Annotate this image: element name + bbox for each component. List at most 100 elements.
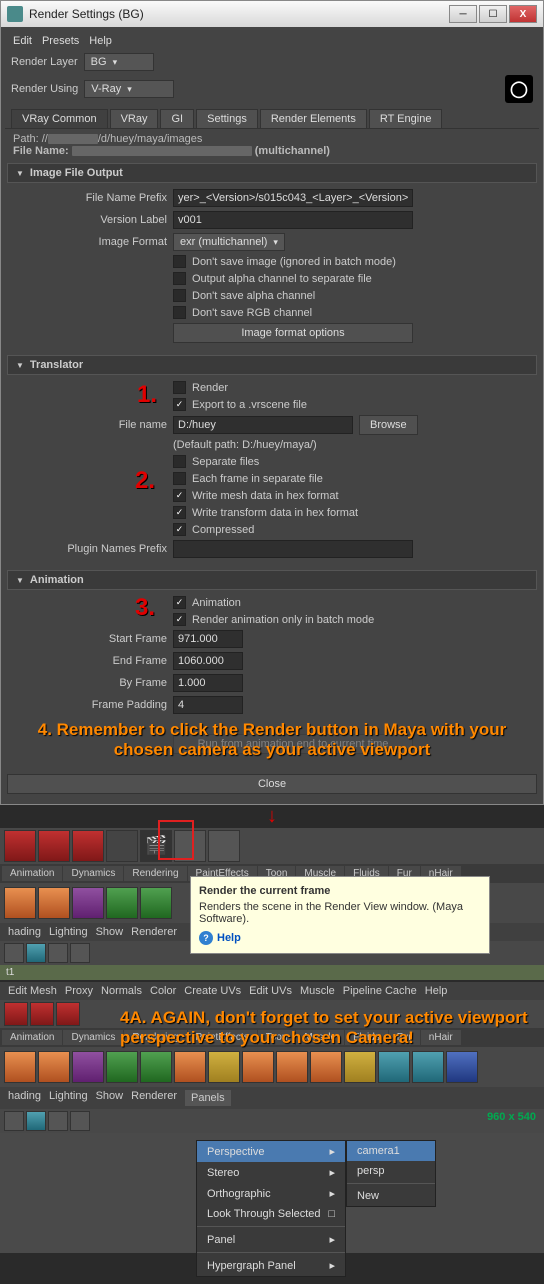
close-window-button[interactable]: X <box>509 5 537 23</box>
vp-icon[interactable] <box>48 1111 68 1131</box>
section-image-output[interactable]: Image File Output <box>7 163 537 183</box>
vp-icon[interactable] <box>48 943 68 963</box>
menu-presets[interactable]: Presets <box>42 35 79 47</box>
chk-alpha-sep[interactable] <box>173 272 186 285</box>
shelf-icon[interactable] <box>310 1051 342 1083</box>
tab-render-elements[interactable]: Render Elements <box>260 109 367 128</box>
shelf-icon[interactable] <box>378 1051 410 1083</box>
tab-rt-engine[interactable]: RT Engine <box>369 109 443 128</box>
vp-icon[interactable] <box>70 943 90 963</box>
tab-vray[interactable]: VRay <box>110 109 159 128</box>
panel-lighting[interactable]: Lighting <box>49 926 88 938</box>
frame-padding-input[interactable] <box>173 696 243 714</box>
panel-shading[interactable]: hading <box>8 1090 41 1106</box>
shelf-icon[interactable] <box>276 1051 308 1083</box>
chk-render[interactable] <box>173 381 186 394</box>
plugin-prefix-input[interactable] <box>173 540 413 558</box>
chk-no-rgb[interactable] <box>173 306 186 319</box>
shelf-icon[interactable] <box>72 1051 104 1083</box>
chk-separate-files[interactable] <box>173 455 186 468</box>
menu-muscle[interactable]: Muscle <box>300 985 335 997</box>
shelf-icon[interactable] <box>446 1051 478 1083</box>
chk-compressed[interactable] <box>173 523 186 536</box>
vp-icon[interactable] <box>26 943 46 963</box>
shelf-icon[interactable] <box>344 1051 376 1083</box>
magnet-icon[interactable] <box>56 1002 80 1026</box>
browse-button[interactable]: Browse <box>359 415 418 435</box>
version-input[interactable] <box>173 211 413 229</box>
menu-stereo[interactable]: Stereo▸ <box>197 1162 345 1183</box>
magnet-icon-3[interactable] <box>72 830 104 862</box>
shelf-tab-dynamics[interactable]: Dynamics <box>63 866 123 881</box>
end-frame-input[interactable] <box>173 652 243 670</box>
menu-perspective[interactable]: Perspective▸ <box>197 1141 345 1162</box>
menu-orthographic[interactable]: Orthographic▸ <box>197 1183 345 1204</box>
menu-panel[interactable]: Panel▸ <box>197 1229 345 1250</box>
menu-edit[interactable]: Edit <box>13 35 32 47</box>
prefix-input[interactable] <box>173 189 413 207</box>
panel-lighting[interactable]: Lighting <box>49 1090 88 1106</box>
render-layer-select[interactable]: BG <box>84 53 154 71</box>
magnet-icon-2[interactable] <box>38 830 70 862</box>
panel-renderer[interactable]: Renderer <box>131 926 177 938</box>
chk-export-vrscene[interactable] <box>173 398 186 411</box>
maximize-button[interactable]: ☐ <box>479 5 507 23</box>
ipr-render-icon[interactable] <box>208 830 240 862</box>
render-using-select[interactable]: V-Ray <box>84 80 174 98</box>
chk-dont-save[interactable] <box>173 255 186 268</box>
shelf-tab[interactable]: Animation <box>2 1030 62 1045</box>
chk-transform-hex[interactable] <box>173 506 186 519</box>
menu-edituvs[interactable]: Edit UVs <box>249 985 292 997</box>
section-animation[interactable]: Animation <box>7 570 537 590</box>
menu-hypergraph[interactable]: Hypergraph Panel▸ <box>197 1255 345 1276</box>
by-frame-input[interactable] <box>173 674 243 692</box>
shelf-icon[interactable] <box>208 1051 240 1083</box>
menu-help2[interactable]: Help <box>425 985 448 997</box>
magnet-icon[interactable] <box>4 1002 28 1026</box>
shelf-tab-animation[interactable]: Animation <box>2 866 62 881</box>
start-frame-input[interactable] <box>173 630 243 648</box>
vp-icon[interactable] <box>4 1111 24 1131</box>
persp-item[interactable]: persp <box>347 1161 435 1181</box>
menu-help[interactable]: Help <box>89 35 112 47</box>
titlebar[interactable]: Render Settings (BG) ─ ☐ X <box>1 1 543 27</box>
magnet-icon[interactable] <box>30 1002 54 1026</box>
panel-show[interactable]: Show <box>96 926 124 938</box>
panels-menu-button[interactable]: Panels <box>185 1090 231 1106</box>
close-button[interactable]: Close <box>7 774 537 794</box>
magnet-icon[interactable] <box>4 830 36 862</box>
chk-batch-only[interactable] <box>173 613 186 626</box>
chk-mesh-hex[interactable] <box>173 489 186 502</box>
shelf-icon[interactable] <box>38 1051 70 1083</box>
vp-icon[interactable] <box>70 1111 90 1131</box>
shelf-icon[interactable] <box>4 887 36 919</box>
chk-no-alpha[interactable] <box>173 289 186 302</box>
menu-look-through[interactable]: Look Through Selected□ <box>197 1204 345 1224</box>
shelf-icon[interactable] <box>412 1051 444 1083</box>
section-translator[interactable]: Translator <box>7 355 537 375</box>
shelf-icon[interactable] <box>72 887 104 919</box>
shelf-icon[interactable] <box>38 887 70 919</box>
chk-animation[interactable] <box>173 596 186 609</box>
tab-t1[interactable]: t1 <box>0 965 544 980</box>
tab-gi[interactable]: GI <box>160 109 194 128</box>
shelf-tab[interactable]: Dynamics <box>63 1030 123 1045</box>
panel-renderer[interactable]: Renderer <box>131 1090 177 1106</box>
panel-show[interactable]: Show <box>96 1090 124 1106</box>
menu-proxy[interactable]: Proxy <box>65 985 93 997</box>
shelf-icon[interactable] <box>4 1051 36 1083</box>
filename-input[interactable] <box>173 416 353 434</box>
tab-vray-common[interactable]: VRay Common <box>11 109 108 128</box>
chk-each-frame[interactable] <box>173 472 186 485</box>
shelf-icon[interactable] <box>174 1051 206 1083</box>
shelf-icon[interactable] <box>106 1051 138 1083</box>
vp-icon[interactable] <box>26 1111 46 1131</box>
shelf-tab-rendering[interactable]: Rendering <box>124 866 186 881</box>
shelf-icon[interactable] <box>140 887 172 919</box>
image-format-options-button[interactable]: Image format options <box>173 323 413 343</box>
menu-createuvs[interactable]: Create UVs <box>184 985 241 997</box>
panel-shading[interactable]: hading <box>8 926 41 938</box>
shelf-icon[interactable] <box>140 1051 172 1083</box>
shelf-icon[interactable] <box>106 887 138 919</box>
menu-pipelinecache[interactable]: Pipeline Cache <box>343 985 417 997</box>
